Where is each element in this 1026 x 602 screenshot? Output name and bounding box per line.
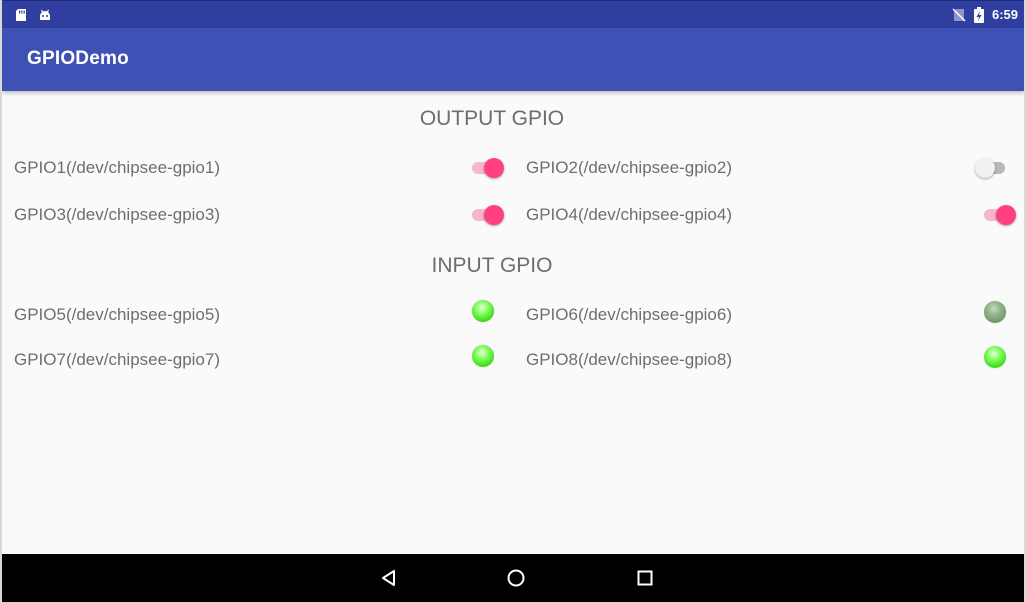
gpio2-switch[interactable] xyxy=(975,156,1009,180)
gpio6-label: GPIO6(/dev/chipsee-gpio6) xyxy=(526,305,732,324)
app-screen: 6:59 GPIODemo OUTPUT GPIO GPIO1(/dev/chi… xyxy=(0,0,1026,602)
gpio7-label: GPIO7(/dev/chipsee-gpio7) xyxy=(14,350,220,369)
switch-thumb xyxy=(484,158,504,178)
sd-card-icon xyxy=(16,9,26,21)
gpio3-label: GPIO3(/dev/chipsee-gpio3) xyxy=(14,205,220,224)
gpio6-led-indicator xyxy=(984,301,1006,323)
gpio2-label: GPIO2(/dev/chipsee-gpio2) xyxy=(526,158,732,177)
status-bar: 6:59 xyxy=(2,0,1024,28)
recents-icon[interactable] xyxy=(634,567,656,589)
gpio8-label: GPIO8(/dev/chipsee-gpio8) xyxy=(526,350,732,369)
no-sim-icon xyxy=(952,8,966,22)
navigation-bar xyxy=(2,554,1024,602)
switch-thumb xyxy=(484,205,504,225)
home-icon[interactable] xyxy=(505,567,527,589)
gpio7-led-indicator xyxy=(472,345,494,367)
gpio8-led-indicator xyxy=(984,346,1006,368)
switch-thumb xyxy=(996,205,1016,225)
gpio5-led-indicator xyxy=(472,300,494,322)
back-icon[interactable] xyxy=(378,567,400,589)
input-gpio-title: INPUT GPIO xyxy=(431,254,553,277)
gpio1-switch[interactable] xyxy=(472,156,506,180)
gpio5-label: GPIO5(/dev/chipsee-gpio5) xyxy=(14,305,220,324)
battery-charging-icon xyxy=(974,7,984,23)
app-bar: GPIODemo xyxy=(2,28,1024,91)
output-gpio-title: OUTPUT GPIO xyxy=(419,107,565,130)
android-icon xyxy=(40,9,50,20)
gpio4-switch[interactable] xyxy=(984,203,1018,227)
gpio1-label: GPIO1(/dev/chipsee-gpio1) xyxy=(14,158,220,177)
switch-thumb xyxy=(975,158,995,178)
gpio3-switch[interactable] xyxy=(472,203,506,227)
app-title: GPIODemo xyxy=(27,48,129,69)
status-time: 6:59 xyxy=(992,7,1019,22)
gpio4-label: GPIO4(/dev/chipsee-gpio4) xyxy=(526,205,732,224)
